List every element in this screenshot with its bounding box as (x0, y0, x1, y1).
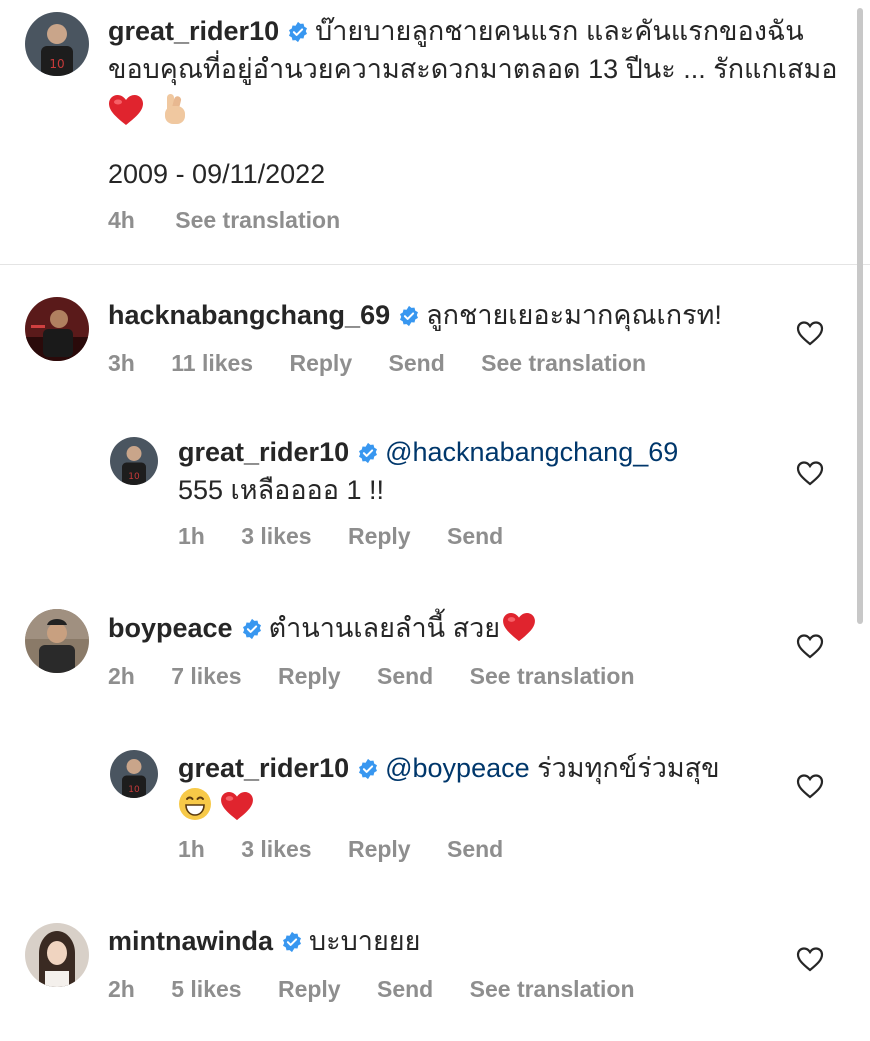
username[interactable]: great_rider10 (178, 753, 349, 783)
avatar[interactable] (25, 923, 89, 987)
verified-badge-icon (281, 931, 303, 953)
like-heart-icon[interactable] (796, 773, 824, 799)
send-button[interactable]: Send (447, 834, 503, 864)
send-button[interactable]: Send (377, 661, 433, 691)
caption-text: great_rider10 บ๊ายบายลูกชายคนแรก และคันแร… (108, 12, 848, 131)
send-button[interactable]: Send (377, 974, 433, 1004)
reply-body: 555 เหลืออออ 1 !! (178, 475, 385, 505)
username[interactable]: mintnawinda (108, 926, 273, 956)
reply-button[interactable]: Reply (278, 661, 341, 691)
like-heart-icon[interactable] (796, 460, 824, 486)
comment-meta: 2h 5 likes Reply Send See translation (108, 974, 635, 1004)
send-button[interactable]: Send (389, 348, 445, 378)
reply-meta: 1h 3 likes Reply Send (178, 521, 503, 551)
reply-text: great_rider10 @hacknabangchang_69 555 เหล… (178, 433, 778, 509)
divider (0, 264, 870, 265)
see-translation-link[interactable]: See translation (175, 205, 340, 235)
send-button[interactable]: Send (447, 521, 503, 551)
timestamp: 3h (108, 350, 135, 376)
verified-badge-icon (241, 618, 263, 640)
username[interactable]: boypeace (108, 613, 233, 643)
timestamp: 2h (108, 976, 135, 1002)
comment-meta: 3h 11 likes Reply Send See translation (108, 348, 646, 378)
scrollbar[interactable] (857, 8, 863, 624)
verified-badge-icon (357, 442, 379, 464)
reply-button[interactable]: Reply (289, 348, 352, 378)
caption-meta: 4h See translation (108, 205, 340, 235)
red-heart-emoji (220, 791, 254, 821)
reply-text: great_rider10 @boypeace ร่วมทุกข์ร่วมสุข (178, 749, 778, 826)
like-heart-icon[interactable] (796, 946, 824, 972)
timestamp: 2h (108, 663, 135, 689)
username[interactable]: hacknabangchang_69 (108, 300, 390, 330)
comment-text: mintnawinda บะบายยย (108, 922, 788, 960)
username[interactable]: great_rider10 (178, 437, 349, 467)
caption-line-1: บ๊ายบายลูกชายคนแรก และคันแรกของฉัน (315, 16, 804, 46)
reply-button[interactable]: Reply (348, 521, 411, 551)
grinning-face-emoji (178, 787, 212, 821)
reply-body: ร่วมทุกข์ร่วมสุข (537, 753, 720, 783)
svg-text:10: 10 (128, 785, 140, 795)
avatar[interactable]: 10 (110, 437, 158, 485)
reply-button[interactable]: Reply (278, 974, 341, 1004)
reply-meta: 1h 3 likes Reply Send (178, 834, 503, 864)
red-heart-emoji (108, 94, 144, 126)
red-heart-emoji (502, 612, 536, 642)
verified-badge-icon (398, 305, 420, 327)
comment-text: boypeace ตำนานเลยลำนี้ สวย (108, 609, 788, 647)
comment-body: ลูกชายเยอะมากคุณเกรท! (426, 300, 722, 330)
svg-text:10: 10 (128, 472, 140, 482)
avatar[interactable] (25, 297, 89, 361)
like-heart-icon[interactable] (796, 320, 824, 346)
mention-link[interactable]: @hacknabangchang_69 (385, 437, 678, 467)
reply-button[interactable]: Reply (348, 834, 411, 864)
avatar[interactable]: 10 (110, 750, 158, 798)
timestamp: 4h (108, 207, 135, 233)
comment-body: ตำนานเลยลำนี้ สวย (268, 613, 501, 643)
verified-badge-icon (357, 758, 379, 780)
caption-line-2: ขอบคุณที่อยู่อำนวยความสะดวกมาตลอด 13 ปีน… (108, 54, 838, 84)
verified-badge-icon (287, 21, 309, 43)
likes-count[interactable]: 7 likes (171, 661, 241, 691)
comment-text: hacknabangchang_69 ลูกชายเยอะมากคุณเกรท! (108, 296, 788, 334)
caption-date: 2009 - 09/11/2022 (108, 159, 326, 189)
fingers-crossed-emoji (162, 92, 188, 126)
like-heart-icon[interactable] (796, 633, 824, 659)
timestamp: 1h (178, 523, 205, 549)
avatar[interactable]: 10 (25, 12, 89, 76)
mention-link[interactable]: @boypeace (385, 753, 530, 783)
username[interactable]: great_rider10 (108, 16, 279, 46)
see-translation-link[interactable]: See translation (470, 974, 635, 1004)
likes-count[interactable]: 3 likes (241, 834, 311, 864)
likes-count[interactable]: 11 likes (171, 348, 253, 378)
svg-text:10: 10 (49, 57, 64, 71)
timestamp: 1h (178, 836, 205, 862)
comment-meta: 2h 7 likes Reply Send See translation (108, 661, 635, 691)
likes-count[interactable]: 3 likes (241, 521, 311, 551)
avatar[interactable] (25, 609, 89, 673)
likes-count[interactable]: 5 likes (171, 974, 241, 1004)
comment-body: บะบายยย (309, 926, 421, 956)
see-translation-link[interactable]: See translation (470, 661, 635, 691)
see-translation-link[interactable]: See translation (481, 348, 646, 378)
